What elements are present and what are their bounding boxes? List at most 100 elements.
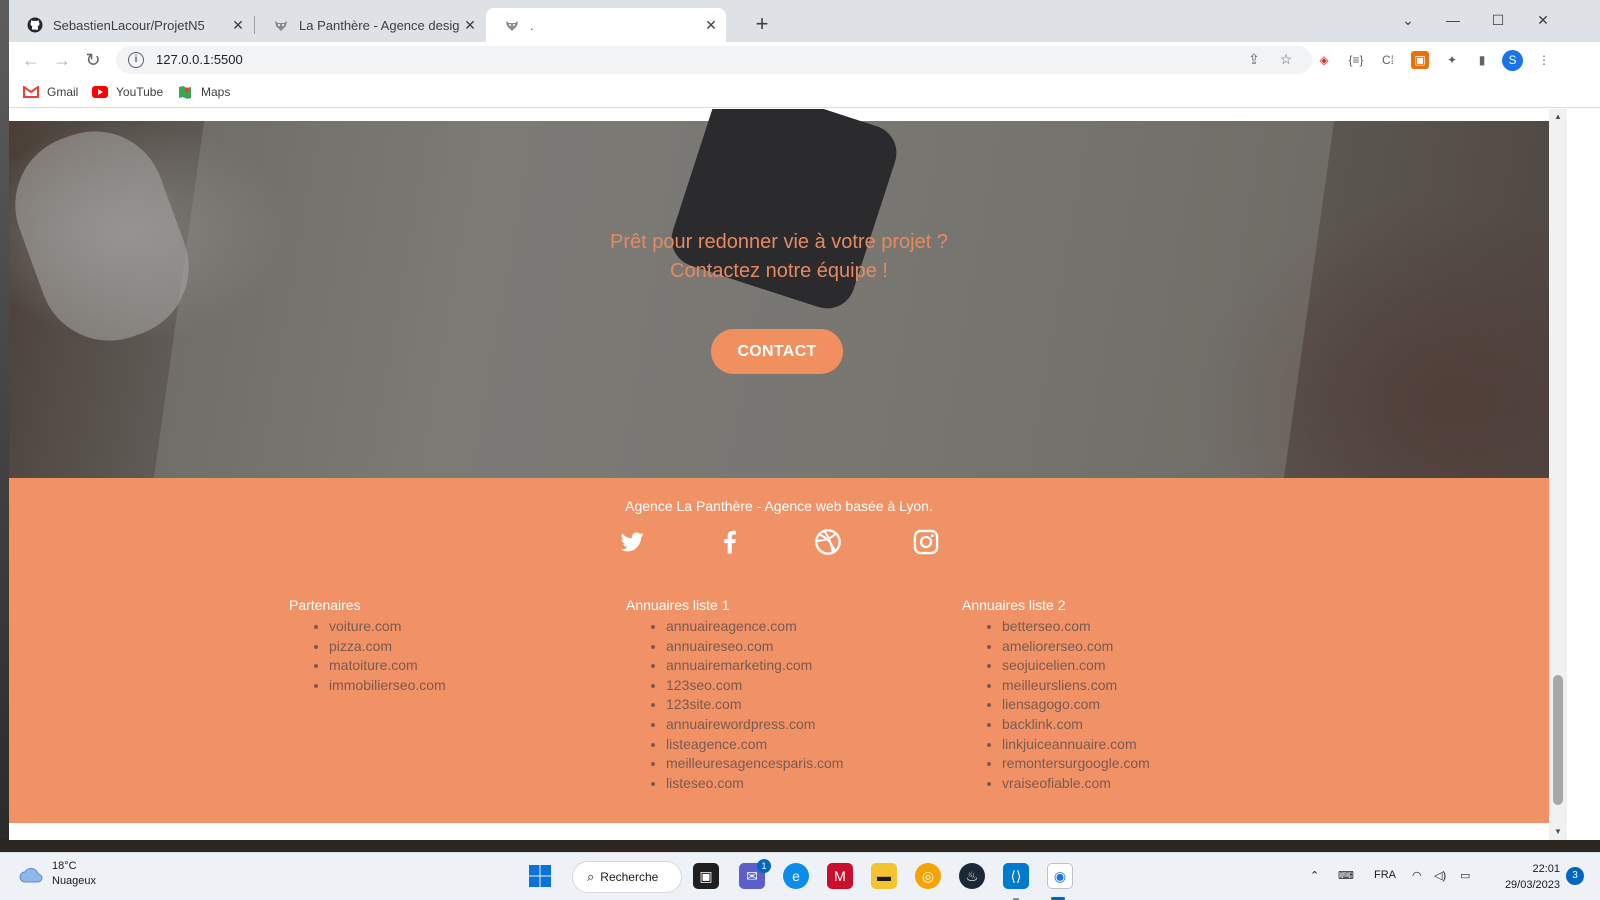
footer-column-partenaires: Partenaires voiture.com pizza.com matoit…	[289, 597, 446, 695]
bookmark-gmail[interactable]: Gmail	[23, 84, 78, 100]
maps-icon	[177, 84, 193, 100]
list-item[interactable]: meilleursliens.com	[1002, 676, 1150, 696]
list-item[interactable]: annuaireseo.com	[666, 637, 843, 657]
close-icon[interactable]: ✕	[229, 16, 247, 34]
list-item[interactable]: liensagogo.com	[1002, 695, 1150, 715]
chrome-icon[interactable]: ◉	[1047, 863, 1073, 889]
clock-date: 29/03/2023	[1504, 879, 1560, 891]
footer-column-annuaires-1: Annuaires liste 1 annuaireagence.com ann…	[626, 597, 843, 793]
scroll-down-icon[interactable]: ▼	[1549, 824, 1567, 840]
chevron-up-icon[interactable]: ⌃	[1310, 869, 1319, 882]
extension-c-icon[interactable]: C⁞	[1379, 51, 1397, 69]
teams-badge: 1	[757, 859, 771, 873]
list-item[interactable]: annuairemarketing.com	[666, 656, 843, 676]
list-item[interactable]: immobilierseo.com	[329, 676, 446, 696]
system-clock[interactable]: 22:01 29/03/2023	[1478, 861, 1560, 893]
tab-github[interactable]: SebastienLacour/ProjetN5 ✕	[9, 8, 253, 42]
menu-kebab-icon[interactable]: ⋮	[1535, 51, 1553, 69]
page-viewport: Prêt pour redonner vie à votre projet ? …	[9, 109, 1600, 840]
keyboard-icon[interactable]: ⌨	[1338, 869, 1354, 882]
contact-button[interactable]: CONTACT	[711, 329, 843, 374]
facebook-icon[interactable]	[716, 528, 744, 556]
tab-search-icon[interactable]: ⌄	[1394, 6, 1422, 34]
bookmark-youtube[interactable]: YouTube	[92, 84, 163, 100]
battery-icon[interactable]: ▭	[1460, 869, 1470, 882]
scrollbar-thumb[interactable]	[1553, 675, 1563, 805]
clock-time: 22:01	[1532, 863, 1560, 875]
tab-label: .	[530, 17, 534, 33]
dribbble-icon[interactable]	[814, 528, 842, 556]
list-item[interactable]: 123seo.com	[666, 676, 843, 696]
close-icon[interactable]: ✕	[702, 16, 720, 34]
link-list: betterseo.com ameliorerseo.com seojuicel…	[962, 617, 1150, 793]
mcafee-icon[interactable]: M	[827, 863, 853, 889]
list-item[interactable]: matoiture.com	[329, 656, 446, 676]
share-icon[interactable]: ⇪	[1245, 50, 1263, 68]
list-item[interactable]: seojuicelien.com	[1002, 656, 1150, 676]
list-item[interactable]: voiture.com	[329, 617, 446, 637]
list-item[interactable]: pizza.com	[329, 637, 446, 657]
window-close-icon[interactable]: ✕	[1529, 6, 1557, 34]
taskbar-search[interactable]: ⌕ Recherche	[572, 861, 682, 893]
scroll-up-icon[interactable]: ▲	[1549, 109, 1567, 125]
hero-line-1: Prêt pour redonner vie à votre projet ?	[610, 231, 948, 253]
forward-icon[interactable]: →	[50, 48, 74, 72]
bookmark-star-icon[interactable]: ☆	[1277, 50, 1295, 68]
notification-badge[interactable]: 3	[1566, 867, 1584, 885]
hero-section: Prêt pour redonner vie à votre projet ? …	[9, 109, 1549, 478]
edge-icon[interactable]: e	[783, 863, 809, 889]
link-list: voiture.com pizza.com matoiture.com immo…	[289, 617, 446, 695]
list-item[interactable]: remontersurgoogle.com	[1002, 754, 1150, 774]
list-item[interactable]: annuaireagence.com	[666, 617, 843, 637]
reload-icon[interactable]: ↻	[81, 48, 105, 72]
file-explorer-icon[interactable]: ▬	[871, 863, 897, 889]
site-footer: Agence La Panthère - Agence web basée à …	[9, 478, 1549, 823]
tab-la-panthere[interactable]: La Panthère - Agence design ✕	[255, 8, 485, 42]
side-panel-icon[interactable]: ▮	[1473, 51, 1491, 69]
site-info-icon[interactable]: i	[128, 52, 144, 68]
list-item[interactable]: listeseo.com	[666, 774, 843, 794]
teams-icon[interactable]: ✉ 1	[739, 859, 771, 889]
back-icon[interactable]: ←	[19, 48, 43, 72]
extension-off-icon[interactable]: ▣	[1411, 51, 1429, 69]
list-item[interactable]: vraiseofiable.com	[1002, 774, 1150, 794]
instagram-icon[interactable]	[912, 528, 940, 556]
list-item[interactable]: meilleuresagencesparis.com	[666, 754, 843, 774]
wifi-icon[interactable]: ◠	[1412, 869, 1422, 882]
footer-column-annuaires-2: Annuaires liste 2 betterseo.com ameliore…	[962, 597, 1150, 793]
windows-start-icon[interactable]	[527, 863, 553, 889]
url-text[interactable]: 127.0.0.1:5500	[156, 52, 243, 67]
close-icon[interactable]: ✕	[461, 16, 479, 34]
weather-widget[interactable]: 18°C Nuageux	[18, 859, 96, 889]
twitter-icon[interactable]	[618, 528, 646, 556]
minimize-icon[interactable]: —	[1439, 6, 1467, 34]
vertical-scrollbar[interactable]: ▲ ▼	[1549, 109, 1567, 840]
address-bar[interactable]: i 127.0.0.1:5500	[116, 46, 1312, 74]
volume-icon[interactable]: ◁)	[1434, 869, 1446, 882]
list-item[interactable]: 123site.com	[666, 695, 843, 715]
gmail-icon	[23, 84, 39, 100]
language-indicator[interactable]: FRA	[1374, 869, 1396, 881]
task-view-icon[interactable]: ▣	[693, 863, 719, 889]
tab-label: La Panthère - Agence design	[299, 17, 459, 33]
desktop-bottom-edge	[0, 838, 1600, 852]
extension-json-icon[interactable]: {≡}	[1347, 51, 1365, 69]
list-item[interactable]: betterseo.com	[1002, 617, 1150, 637]
maximize-icon[interactable]: ☐	[1484, 6, 1512, 34]
tab-current[interactable]: . ✕	[486, 8, 726, 42]
column-title: Partenaires	[289, 597, 361, 613]
steam-icon[interactable]: ♨	[959, 863, 985, 889]
extension-shield-icon[interactable]: ◈	[1315, 51, 1333, 69]
list-item[interactable]: ameliorerseo.com	[1002, 637, 1150, 657]
browser-app-icon[interactable]: ◎	[915, 863, 941, 889]
new-tab-button[interactable]: +	[750, 13, 774, 37]
list-item[interactable]: annuairewordpress.com	[666, 715, 843, 735]
vscode-icon[interactable]: ⟨⟩	[1003, 863, 1029, 889]
bookmark-maps[interactable]: Maps	[177, 84, 230, 100]
list-item[interactable]: backlink.com	[1002, 715, 1150, 735]
extensions-puzzle-icon[interactable]: ✦	[1443, 51, 1461, 69]
profile-avatar[interactable]: S	[1502, 50, 1523, 71]
list-item[interactable]: listeagence.com	[666, 735, 843, 755]
taskbar: 18°C Nuageux ⌕ Recherche ▣ ✉ 1 e M ▬ ◎ ♨ …	[0, 852, 1600, 900]
list-item[interactable]: linkjuiceannuaire.com	[1002, 735, 1150, 755]
